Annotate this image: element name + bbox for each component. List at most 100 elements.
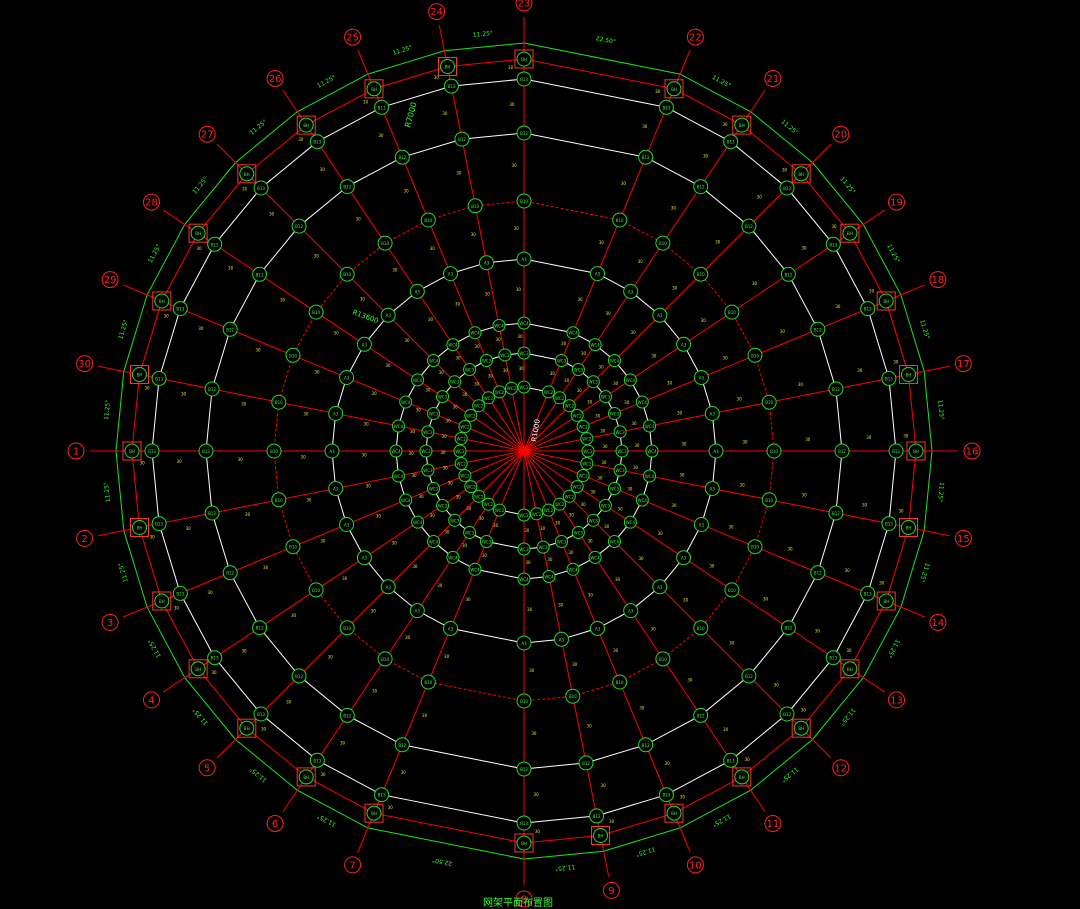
node-label: WC2 <box>460 474 470 479</box>
node-9-2: B13 <box>589 808 605 824</box>
node-22-8: WC2 <box>542 385 555 399</box>
radial-member-label: 30 <box>590 490 596 495</box>
radial-member-label: 30 <box>314 253 320 258</box>
node-label: WC2 <box>582 462 592 467</box>
radial-member-label: 30 <box>328 655 334 660</box>
node-23-3: B12 <box>516 125 532 141</box>
node-label: A3 <box>628 609 634 614</box>
radial-member-label: 30 <box>671 206 677 211</box>
node-label: B10 <box>728 588 736 593</box>
axis-bubble-25: 25 <box>344 28 362 46</box>
axis-bubble-label: 24 <box>430 7 443 18</box>
node-5-8: WC2 <box>472 489 486 503</box>
node-label: WC2 <box>532 512 542 517</box>
node-15-2: B13 <box>881 516 897 532</box>
node-14-3: B12 <box>810 565 826 581</box>
node-26-3: B12 <box>339 179 355 195</box>
node-19-4: B10 <box>724 304 740 320</box>
axis-bubble-10: 10 <box>686 856 704 874</box>
node-4-1: BH <box>190 661 206 677</box>
node-10-3: B12 <box>638 737 654 753</box>
radial-member-label: 30 <box>430 246 436 251</box>
radial-member-label: 30 <box>658 531 664 536</box>
radial-member-label: 30 <box>723 727 729 732</box>
axis-bubble-label: 4 <box>148 695 154 706</box>
radial-member-label: 30 <box>613 648 619 653</box>
node-12-3: B12 <box>741 668 757 684</box>
node-27-4: B10 <box>339 266 355 282</box>
node-13-6: WC4 <box>623 515 637 529</box>
node-label: WC2 <box>519 385 529 390</box>
node-label: B10 <box>424 218 432 223</box>
radial-member-label: 30 <box>362 453 368 458</box>
node-24-3: B12 <box>454 131 470 147</box>
axis-bubble-label: 2 <box>81 534 87 545</box>
node-20-1: BH <box>793 166 809 182</box>
node-label: WC2 <box>544 508 554 513</box>
node-26-5: A3 <box>409 283 425 299</box>
radial-member-label: 30 <box>392 541 398 546</box>
node-22-4: B10 <box>612 212 628 228</box>
node-label: WC4 <box>391 449 401 454</box>
node-label: WC4 <box>590 343 600 348</box>
node-label: WC2 <box>495 508 505 513</box>
radial-member-label: 30 <box>722 122 728 127</box>
node-11-8: WC2 <box>553 497 567 511</box>
node-label: A3 <box>521 641 527 646</box>
radial-member-label: 30 <box>879 581 885 586</box>
radial-member-label: 30 <box>615 577 621 582</box>
node-label: WC4 <box>590 555 600 560</box>
radial-member-label: 30 <box>631 330 637 335</box>
node-label: B12 <box>642 743 650 748</box>
node-label: WC3 <box>438 395 448 400</box>
node-19-8: WC2 <box>570 408 584 422</box>
node-16-2: B13 <box>888 443 904 459</box>
node-label: B13 <box>885 376 893 381</box>
radial-member-label: 30 <box>671 503 677 508</box>
node-label: BH <box>521 57 527 62</box>
radial-member-label: 30 <box>404 338 410 343</box>
radial-member-label: 30 <box>366 484 372 489</box>
node-30-3: B12 <box>204 381 220 397</box>
node-label: WC3 <box>421 449 431 454</box>
node-label: WC4 <box>647 449 657 454</box>
axis-bubble-label: 17 <box>957 359 970 370</box>
node-label: B13 <box>892 449 900 454</box>
radial-member-label: 30 <box>606 311 612 316</box>
radial-member-label: 30 <box>728 524 734 529</box>
radial-member-label: 30 <box>525 560 531 565</box>
radial-member-label: 30 <box>269 212 275 217</box>
node-7-3: B12 <box>394 737 410 753</box>
node-27-6: WC4 <box>427 354 440 367</box>
node-4-4: B10 <box>308 582 324 598</box>
node-label: WC4 <box>394 424 404 429</box>
radial-member-label: 30 <box>577 388 583 393</box>
node-label: WC4 <box>448 555 458 560</box>
node-label: B13 <box>829 242 837 247</box>
node-label: A3 <box>628 289 634 294</box>
node-28-7: WC3 <box>436 390 449 404</box>
radial-member-label: 30 <box>442 434 448 439</box>
radial-member-label: 30 <box>485 291 491 296</box>
node-24-8: WC2 <box>505 381 518 395</box>
node-label: A3 <box>333 412 339 417</box>
radial-member-label: 30 <box>150 535 156 540</box>
node-29-1: BH <box>154 293 170 309</box>
node-25-1: BH <box>366 81 382 97</box>
node-label: B13 <box>148 449 156 454</box>
radial-member-label: 30 <box>624 400 630 405</box>
axis-bubble-16: 16 <box>963 442 981 460</box>
node-17-2: B13 <box>881 370 897 386</box>
radial-member-label: 30 <box>602 444 608 449</box>
node-label: A3 <box>448 626 454 631</box>
radial-member-label: 30 <box>405 635 411 640</box>
node-23-5: A3 <box>516 251 532 267</box>
node-label: B13 <box>313 758 321 763</box>
radial-member-label: 30 <box>482 553 488 558</box>
node-28-8: WC2 <box>464 408 478 422</box>
node-2-3: B12 <box>204 505 220 521</box>
radial-member-label: 30 <box>531 731 537 736</box>
axis-bubble-26: 26 <box>266 70 284 87</box>
axis-bubble-label: 6 <box>272 819 278 830</box>
axis-bubble-30: 30 <box>76 355 94 373</box>
